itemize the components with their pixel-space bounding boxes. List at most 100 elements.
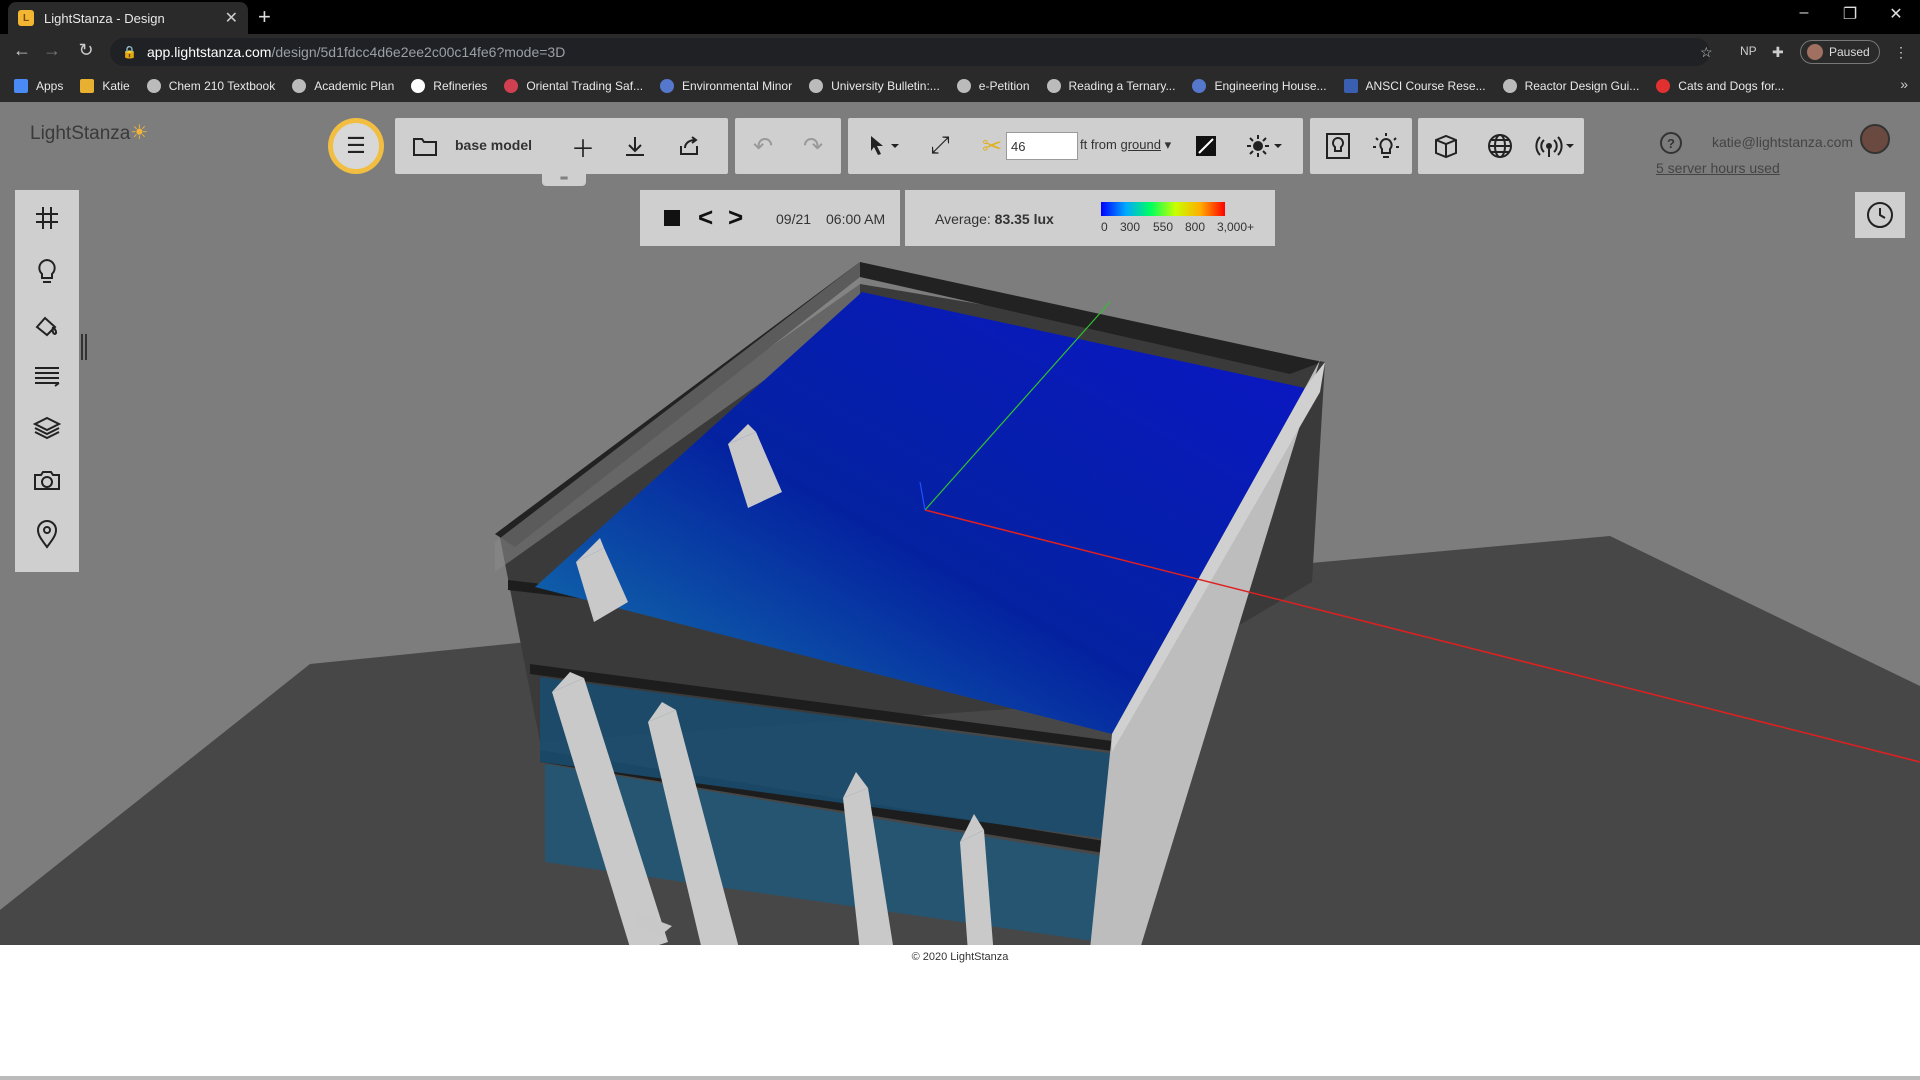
url-path: /design/5d1fdcc4d6e2ee2c00c14fe6?mode=3D	[271, 44, 566, 60]
legend-tick: 3,000+	[1217, 220, 1255, 234]
scissors-icon[interactable]: ✂	[974, 128, 1010, 164]
lightstanza-logo: LightStanza☀	[30, 122, 149, 144]
bookmark-item[interactable]: Chem 210 Textbook	[146, 79, 275, 93]
simulation-time: 06:00 AM	[826, 211, 886, 227]
bookmark-item[interactable]: Reading a Ternary...	[1046, 79, 1175, 93]
sun-cursor-icon[interactable]	[1240, 128, 1288, 164]
shield-icon	[660, 79, 675, 93]
restore-icon[interactable]: ❐	[1830, 4, 1870, 24]
folder-icon[interactable]	[407, 128, 443, 164]
legend-tick: 550	[1153, 220, 1174, 234]
url-field[interactable]: 🔒 app.lightstanza.com/design/5d1fdcc4d6e…	[110, 38, 1710, 66]
server-hours-link[interactable]: 5 server hours used	[1656, 160, 1780, 176]
legend-tick: 800	[1185, 220, 1206, 234]
toolbar-file-group: base model ＋	[395, 118, 728, 174]
close-tab-icon[interactable]: ✕	[225, 8, 238, 28]
globe-icon[interactable]	[1482, 128, 1518, 164]
back-icon[interactable]: ←	[10, 40, 34, 61]
previous-step-icon[interactable]: <	[698, 202, 713, 233]
menu-kebab-icon[interactable]: ⋮	[1894, 44, 1908, 61]
forward-icon[interactable]: →	[40, 40, 64, 61]
bookmark-star-icon[interactable]: ☆	[1700, 44, 1713, 61]
sidebar-resize-handle[interactable]	[81, 334, 87, 360]
red-circle-icon	[1656, 79, 1671, 93]
bookmark-apps[interactable]: Apps	[14, 79, 63, 93]
light-bulb-rays-icon[interactable]	[1368, 128, 1404, 164]
minimize-icon[interactable]: –	[1784, 4, 1824, 22]
profile-paused-button[interactable]: Paused	[1800, 40, 1880, 64]
user-email[interactable]: katie@lightstanza.com	[1712, 134, 1853, 150]
layers-icon[interactable]	[29, 410, 65, 446]
user-avatar[interactable]	[1860, 124, 1890, 154]
next-step-icon[interactable]: >	[728, 202, 743, 233]
profile-status: Paused	[1829, 45, 1870, 59]
bookmark-item[interactable]: Oriental Trading Saf...	[504, 79, 643, 93]
lux-color-legend	[1101, 202, 1225, 216]
help-icon[interactable]: ?	[1660, 132, 1682, 154]
model-name[interactable]: base model	[455, 137, 532, 153]
plane-height-input[interactable]	[1006, 132, 1078, 160]
bookmark-item[interactable]: Refineries	[411, 79, 487, 93]
bookmark-item[interactable]: Academic Plan	[292, 79, 394, 93]
profile-avatar	[1807, 44, 1823, 60]
bookmark-item[interactable]: Reactor Design Gui...	[1502, 79, 1639, 93]
bookmark-item[interactable]: ANSCI Course Rese...	[1343, 79, 1486, 93]
expand-icon[interactable]: ⤢	[922, 128, 958, 164]
url-domain: app.lightstanza.com	[146, 44, 272, 60]
average-value: 83.35 lux	[994, 211, 1054, 227]
plane-height-label: ft from ground ▾	[1080, 137, 1172, 152]
library-button[interactable]: ☰	[328, 118, 384, 174]
legend-tick: 0	[1101, 220, 1108, 234]
toolbar-undo-group: ↶ ↷	[735, 118, 841, 174]
select-arrow-icon[interactable]	[860, 128, 906, 164]
bookmark-item[interactable]: e-Petition	[956, 79, 1030, 93]
browser-tab[interactable]: L LightStanza - Design ✕	[8, 2, 248, 34]
bookmark-item[interactable]: Katie	[80, 79, 130, 93]
toolbar-collapse-handle[interactable]: ═	[542, 174, 586, 186]
redo-icon[interactable]: ↷	[795, 128, 831, 164]
extensions-puzzle-icon[interactable]: ✚	[1772, 44, 1784, 61]
sun-logo-icon: ☀	[130, 122, 149, 144]
legend-tick: 300	[1120, 220, 1141, 234]
camera-icon[interactable]	[29, 462, 65, 498]
globe-icon	[146, 79, 161, 93]
toolbar-views-group	[1418, 118, 1584, 174]
plane-reference-dropdown[interactable]: ground	[1120, 137, 1160, 152]
share-icon[interactable]	[671, 128, 707, 164]
extension-np[interactable]: NP	[1740, 44, 1757, 58]
average-label: Average: 83.35 lux	[935, 211, 1054, 227]
folder-icon	[80, 79, 95, 93]
material-bucket-icon[interactable]	[29, 308, 65, 344]
globe-icon	[956, 79, 971, 93]
grid-icon[interactable]	[29, 200, 65, 236]
lamp-icon[interactable]	[1320, 128, 1356, 164]
left-sidebar	[15, 190, 79, 572]
document-icon	[1343, 79, 1358, 93]
new-tab-icon[interactable]: +	[258, 4, 271, 30]
circle-icon	[411, 79, 426, 93]
globe-icon	[809, 79, 824, 93]
lightbulb-icon[interactable]	[29, 254, 65, 290]
bookmarks-overflow-icon[interactable]: »	[1900, 76, 1908, 92]
footer: © 2020 LightStanza	[0, 945, 1920, 969]
cube-icon[interactable]	[1428, 128, 1464, 164]
radiance-icon[interactable]	[1532, 128, 1578, 164]
bookmark-item[interactable]: Engineering House...	[1192, 79, 1327, 93]
window-close-icon[interactable]: ✕	[1876, 4, 1916, 24]
undo-icon[interactable]: ↶	[745, 128, 781, 164]
bookmark-item[interactable]: Cats and Dogs for...	[1656, 79, 1784, 93]
stop-icon[interactable]	[664, 210, 680, 226]
toolbar-tools-group: ⤢ ✂ ft from ground ▾	[848, 118, 1303, 174]
plus-icon[interactable]: ＋	[565, 128, 601, 164]
download-icon[interactable]	[617, 128, 653, 164]
layers-lines-icon[interactable]	[29, 358, 65, 394]
reload-icon[interactable]: ↻	[74, 40, 98, 61]
bookmark-item[interactable]: University Bulletin:...	[809, 79, 940, 93]
shield-icon	[1192, 79, 1207, 93]
location-pin-icon[interactable]	[29, 516, 65, 552]
globe-icon	[1046, 79, 1061, 93]
page-bottom	[0, 969, 1920, 1080]
bookmark-item[interactable]: Environmental Minor	[660, 79, 792, 93]
plane-icon[interactable]	[1188, 128, 1224, 164]
clock-button[interactable]	[1855, 192, 1905, 238]
